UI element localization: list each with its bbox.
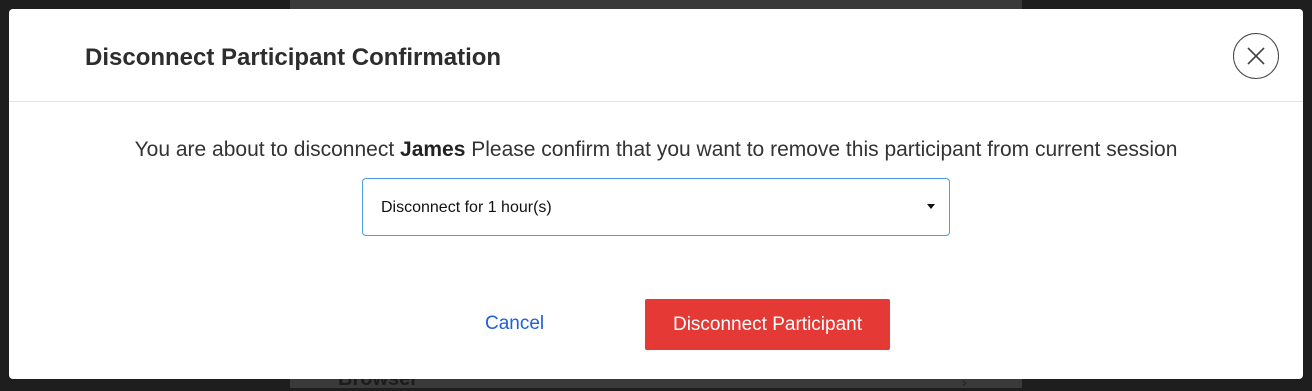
disconnect-participant-button[interactable]: Disconnect Participant xyxy=(645,299,890,350)
confirmation-message: You are about to disconnect James Please… xyxy=(9,137,1303,163)
cancel-button[interactable]: Cancel xyxy=(485,313,544,335)
dialog-title: Disconnect Participant Confirmation xyxy=(85,44,502,71)
dialog-header: Disconnect Participant Confirmation xyxy=(9,9,1303,102)
message-suffix: Please confirm that you want to remove t… xyxy=(471,138,1178,161)
close-button[interactable] xyxy=(1233,33,1279,79)
disconnect-confirmation-dialog: Disconnect Participant Confirmation You … xyxy=(9,9,1303,379)
disconnect-duration-select[interactable]: Disconnect for 1 hour(s) xyxy=(362,178,950,236)
caret-down-icon xyxy=(927,204,935,209)
selected-duration: Disconnect for 1 hour(s) xyxy=(381,199,552,216)
message-prefix: You are about to disconnect xyxy=(134,138,395,161)
close-icon xyxy=(1247,47,1265,65)
participant-name: James xyxy=(400,138,466,161)
